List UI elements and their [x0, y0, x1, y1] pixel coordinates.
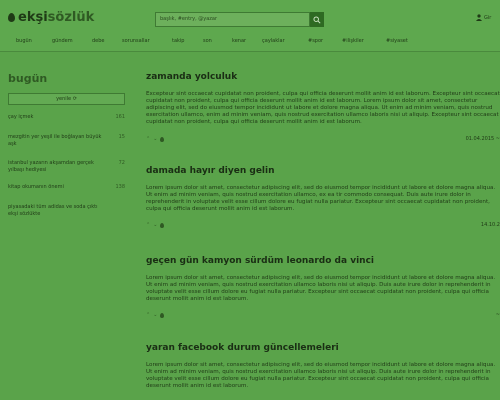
upvote-icon[interactable]: ⌃	[146, 136, 150, 142]
downvote-icon[interactable]: ⌄	[153, 312, 157, 318]
sidebar-topic[interactable]: kitap okumanın önemi 138	[8, 184, 125, 191]
nav-item-kenar[interactable]: kenar	[232, 38, 246, 44]
favorite-icon[interactable]	[160, 136, 165, 142]
entry-meta: ⌃ ⌄ 14.10.2	[146, 222, 500, 230]
site-header: ekşi sözlük başlık, #entry, @yazar Gir b…	[0, 0, 500, 52]
downvote-icon[interactable]: ⌄	[153, 136, 157, 142]
refresh-button[interactable]: yenile ⟳	[8, 93, 125, 105]
entry-date[interactable]: 14.10.2	[481, 222, 500, 228]
entry-text: Lorem ipsum dolor sit amet, consectetur …	[146, 362, 496, 389]
entry-title[interactable]: geçen gün kamyon sürdüm leonardo da vinc…	[146, 256, 500, 266]
topic-count: 161	[115, 114, 125, 120]
sidebar-topic[interactable]: piyasadaki tüm adidas ve soda çıktı ekşi…	[8, 204, 125, 218]
vote-controls: ⌃ ⌄	[146, 222, 165, 228]
entry: zamanda yolculuk Excepteur sint occaecat…	[146, 72, 500, 142]
entry-text: Lorem ipsum dolor sit amet, consectetur …	[146, 185, 496, 212]
search-icon	[313, 15, 321, 24]
login-label: Gir	[484, 14, 492, 21]
user-icon	[476, 14, 482, 21]
sidebar-topic[interactable]: istanbul yazarın akşamdan gerçek yılbaşı…	[8, 160, 125, 174]
topic-count: 138	[115, 184, 125, 190]
entry-title[interactable]: yaran facebook durum güncellemeleri	[146, 343, 500, 353]
entry: geçen gün kamyon sürdüm leonardo da vinc…	[146, 256, 500, 318]
topic-label: piyasadaki tüm adidas ve soda çıktı ekşi…	[8, 204, 98, 217]
downvote-icon[interactable]: ⌄	[153, 222, 157, 228]
upvote-icon[interactable]: ⌃	[146, 222, 150, 228]
nav-item-debe[interactable]: debe	[92, 38, 105, 44]
login-link[interactable]: Gir	[476, 14, 491, 21]
favorite-icon[interactable]	[160, 222, 165, 228]
nav-item-caylaklar[interactable]: çaylaklar	[262, 38, 285, 44]
topic-label: istanbul yazarın akşamdan gerçek yılbaşı…	[8, 160, 94, 173]
sidebar-title: bugün	[8, 72, 48, 85]
vote-controls: ⌃ ⌄	[146, 136, 165, 142]
topic-count: 72	[118, 160, 125, 166]
logo-text-b: sözlük	[47, 10, 95, 25]
search-button[interactable]	[310, 12, 324, 27]
nav-item-siyaset[interactable]: #siyaset	[386, 38, 408, 44]
search-input[interactable]: başlık, #entry, @yazar	[155, 12, 310, 27]
sidebar-topic[interactable]: çay içmek 161	[8, 114, 125, 121]
nav-item-bugun[interactable]: bugün	[16, 38, 32, 44]
nav-item-son[interactable]: son	[203, 38, 212, 44]
entry-text: Excepteur sint occaecat cupidatat non pr…	[146, 91, 500, 125]
upvote-icon[interactable]: ⌃	[146, 312, 150, 318]
nav-item-takip[interactable]: takip	[172, 38, 184, 44]
site-logo[interactable]: ekşi sözlük	[8, 10, 94, 25]
topic-label: çay içmek	[8, 114, 34, 120]
topic-label: kitap okumanın önemi	[8, 184, 64, 190]
entry-title[interactable]: zamanda yolculuk	[146, 72, 500, 82]
drop-logo-icon	[8, 13, 15, 22]
nav-item-gundem[interactable]: gündem	[52, 38, 73, 44]
vote-controls: ⌃ ⌄	[146, 312, 165, 318]
topic-label: mezgitin yer yeşil ile boğlayan büyük aş…	[8, 134, 102, 147]
favorite-icon[interactable]	[160, 312, 165, 318]
sidebar: bugün yenile ⟳ çay içmek 161 mezgitin ye…	[0, 52, 135, 400]
entry-meta: ⌃ ⌄ ~	[146, 312, 500, 320]
top-nav: bugün gündem debe sorunsallar takip son …	[0, 36, 500, 50]
entry-title[interactable]: damada hayır diyen gelin	[146, 166, 500, 176]
sidebar-topic[interactable]: mezgitin yer yeşil ile boğlayan büyük aş…	[8, 134, 125, 148]
nav-item-sorunsallar[interactable]: sorunsallar	[122, 38, 150, 44]
nav-item-spor[interactable]: #spor	[308, 38, 323, 44]
entry-text: Lorem ipsum dolor sit amet, consectetur …	[146, 275, 496, 302]
entry: damada hayır diyen gelin Lorem ipsum dol…	[146, 166, 500, 228]
nav-item-iliskiler[interactable]: #ilişkiler	[342, 38, 364, 44]
topic-count: 15	[118, 134, 125, 140]
logo-text-a: ekşi	[18, 10, 48, 25]
entry-meta: ⌃ ⌄ 01.04.2015 ~	[146, 136, 500, 144]
entry-date[interactable]: 01.04.2015 ~	[466, 136, 500, 142]
entry-date[interactable]: ~	[496, 312, 500, 318]
entry: yaran facebook durum güncellemeleri Lore…	[146, 343, 500, 397]
